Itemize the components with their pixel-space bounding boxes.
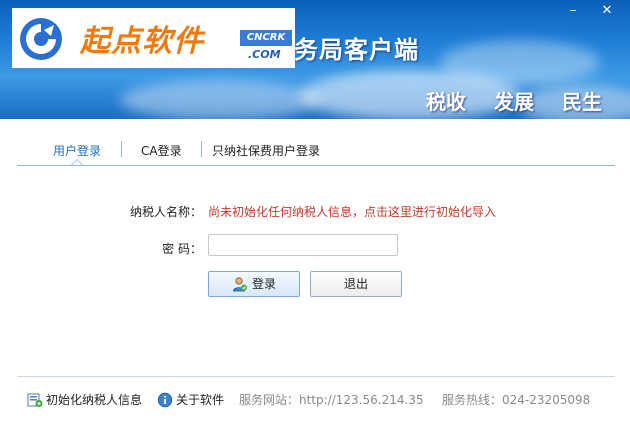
exit-button-label: 退出 xyxy=(343,277,368,291)
tab-user-login[interactable]: 用户登录 xyxy=(53,142,101,159)
login-tabs: 用户登录 CA登录 只纳社保费用户登录 xyxy=(17,135,615,166)
service-website: 服务网站：http://123.56.214.35 xyxy=(239,393,424,407)
minimize-button[interactable]: – xyxy=(562,3,584,19)
password-input[interactable] xyxy=(208,234,398,256)
user-icon xyxy=(233,276,247,291)
active-tab-indicator xyxy=(71,159,83,165)
slogan-tax: 税收 xyxy=(426,90,466,114)
logo-domain: .COM xyxy=(248,48,281,61)
tab-social-insurance-login[interactable]: 只纳社保费用户登录 xyxy=(212,142,320,159)
slogan-livelihood: 民生 xyxy=(562,90,602,114)
tab-ca-login[interactable]: CA登录 xyxy=(141,142,182,159)
tab-divider xyxy=(201,141,202,157)
exit-button[interactable]: 退出 xyxy=(310,271,402,297)
import-icon xyxy=(27,393,43,407)
initialize-import-link[interactable]: 尚未初始化任何纳税人信息，点击这里进行初始化导入 xyxy=(208,203,496,220)
app-title: 务局客户端 xyxy=(294,36,419,64)
login-window: 起点软件 CNCRK .COM 务局客户端 税收 发展 民生 – ✕ 用户登录 … xyxy=(0,0,630,434)
about-software-label: 关于软件 xyxy=(176,393,225,407)
taxpayer-name-label: 纳税人名称： xyxy=(130,205,203,219)
slogan-development: 发展 xyxy=(494,90,534,114)
init-taxpayer-label: 初始化纳税人信息 xyxy=(46,393,143,407)
about-software-button[interactable]: 关于软件 xyxy=(157,391,224,408)
close-button[interactable]: ✕ xyxy=(596,3,618,19)
watermark-logo: 起点软件 CNCRK .COM xyxy=(12,8,295,68)
password-label: 密 码： xyxy=(162,242,202,256)
info-icon xyxy=(157,392,173,407)
init-taxpayer-button[interactable]: 初始化纳税人信息 xyxy=(27,391,142,408)
service-hotline: 服务热线：024-23205098 xyxy=(442,393,591,407)
footer-bar: 初始化纳税人信息 关于软件 服务网站：http://123.56.214.35 … xyxy=(17,376,615,419)
login-button[interactable]: 登录 xyxy=(208,271,300,297)
logo-name: 起点软件 xyxy=(80,24,204,59)
logo-badge: CNCRK xyxy=(240,30,292,46)
header-banner: 起点软件 CNCRK .COM 务局客户端 税收 发展 民生 – ✕ xyxy=(0,0,630,119)
tab-divider xyxy=(121,141,122,157)
login-button-label: 登录 xyxy=(251,277,276,291)
logo-swirl-icon xyxy=(20,18,62,60)
